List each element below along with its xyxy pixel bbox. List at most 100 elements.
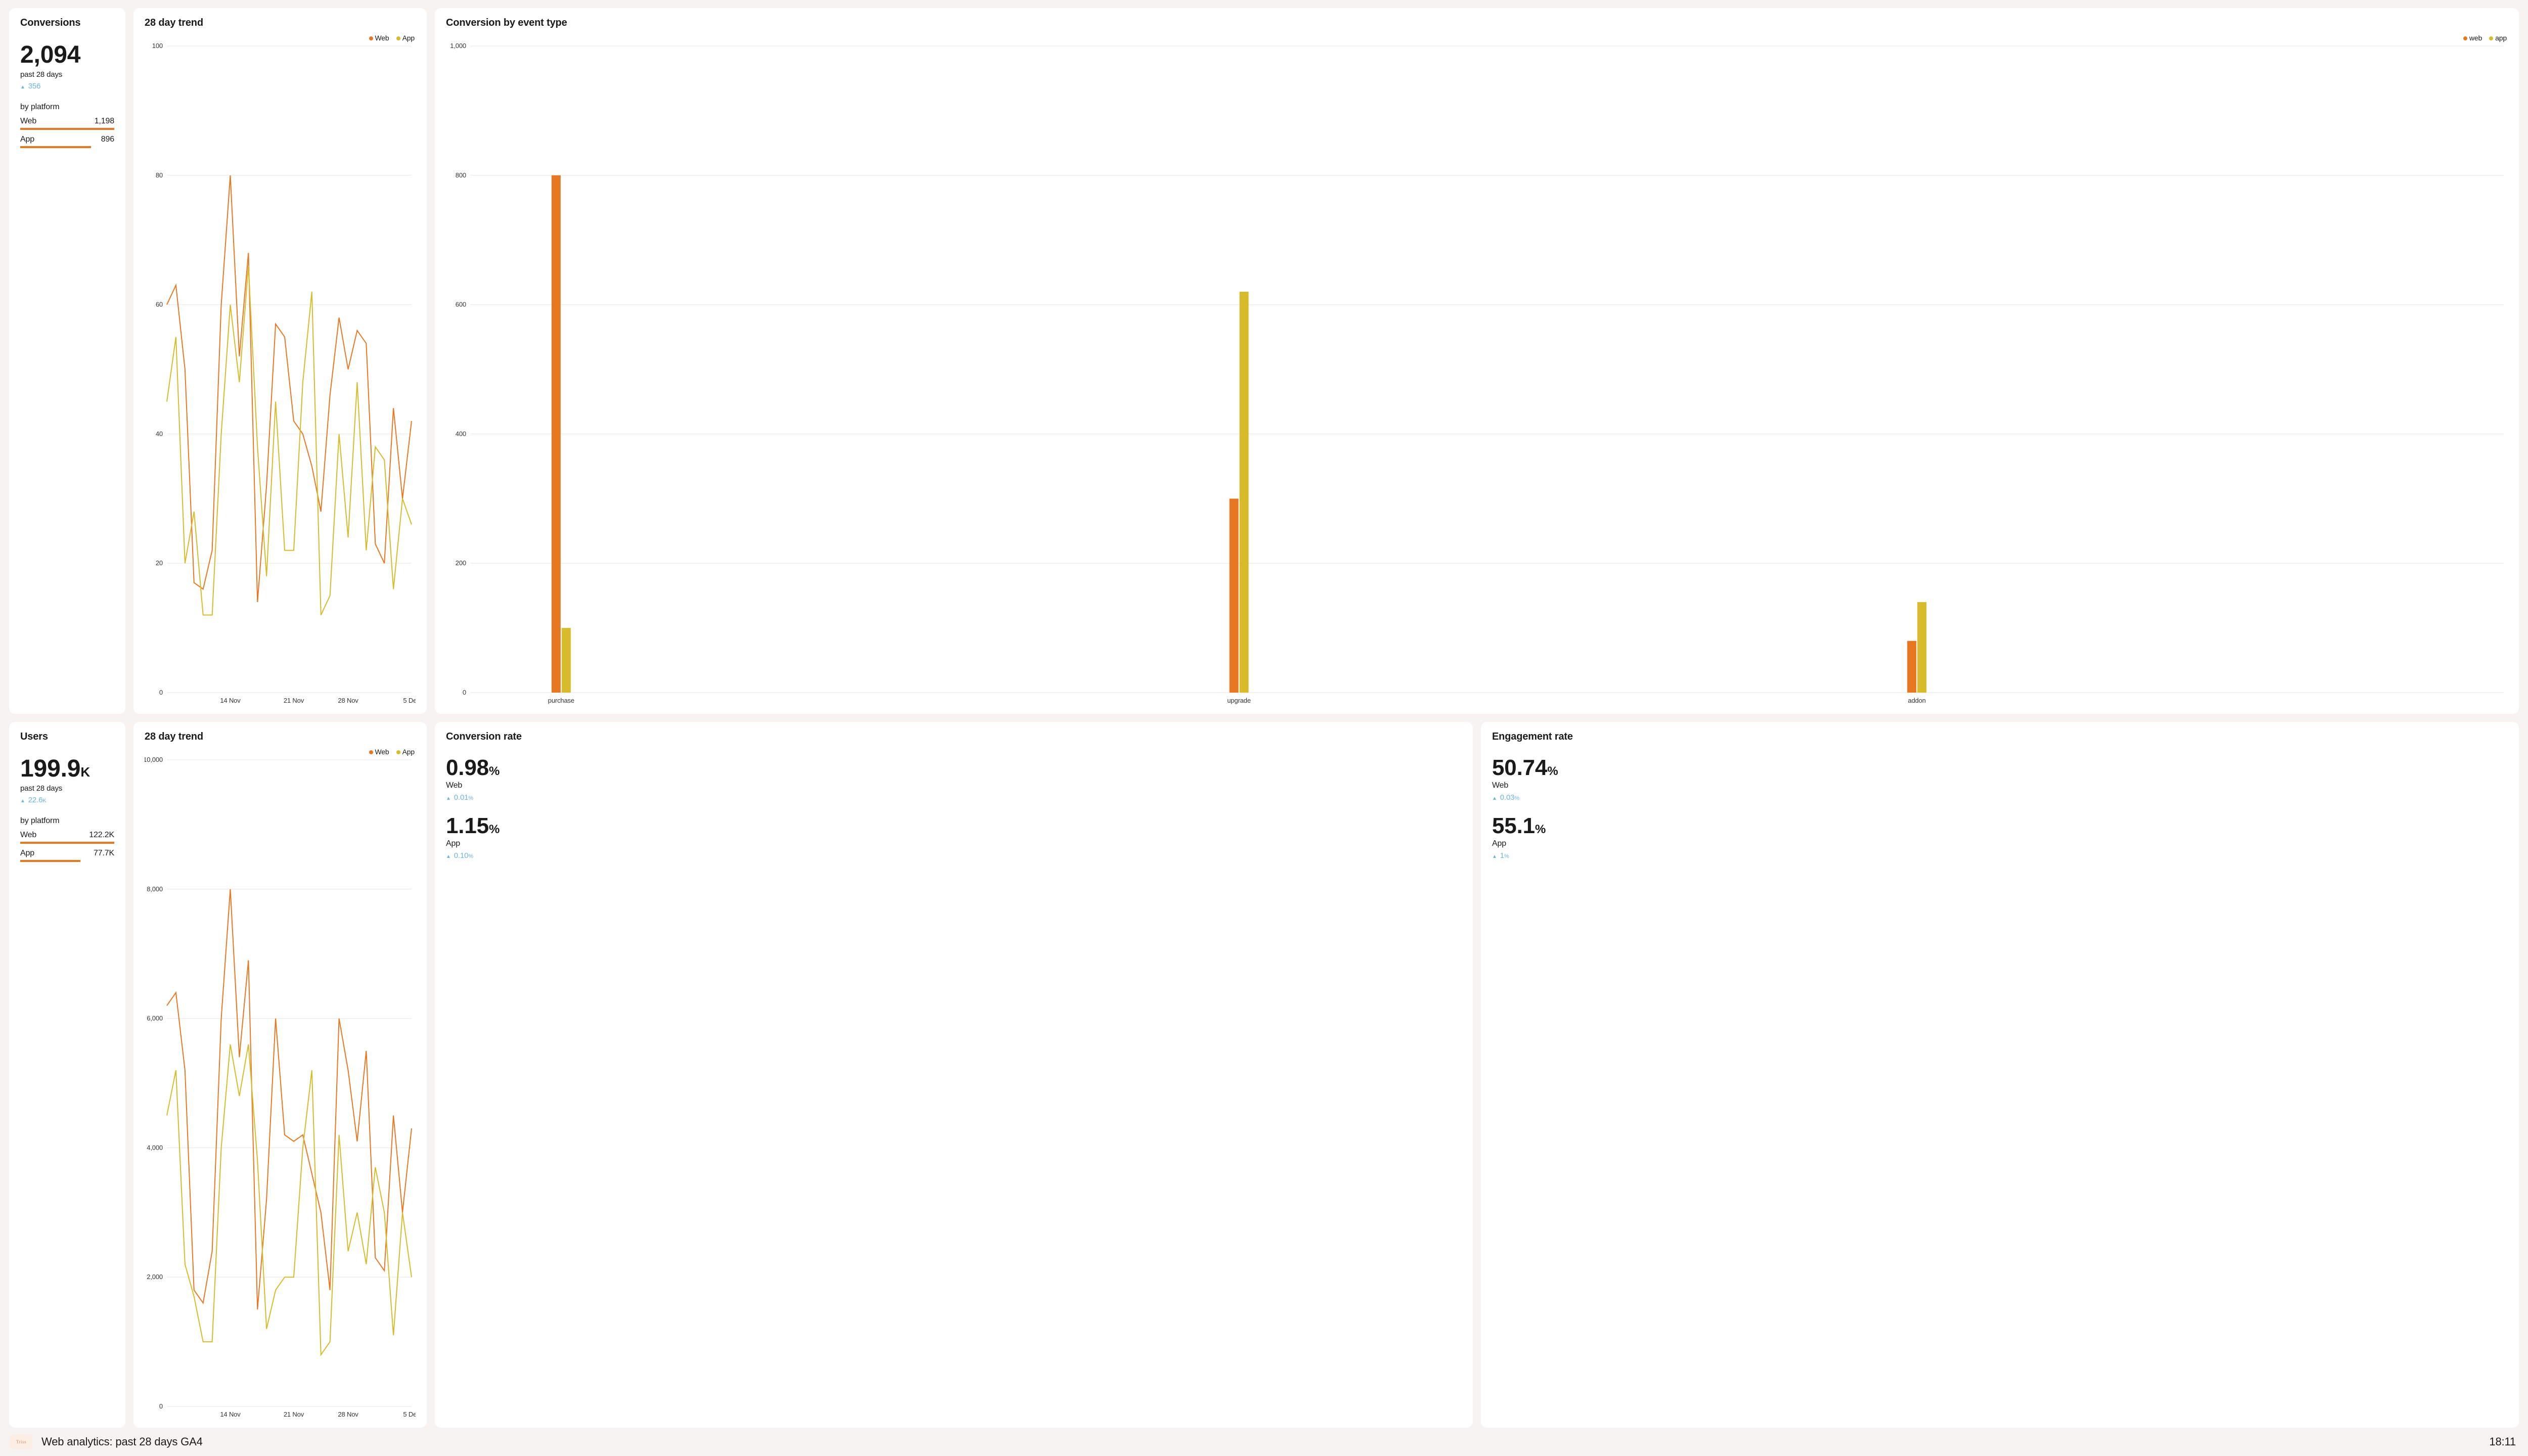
dashboard: Conversions 2,094 past 28 days ▲ 356 by … xyxy=(0,0,2528,1456)
svg-text:6,000: 6,000 xyxy=(147,1015,163,1022)
users-period: past 28 days xyxy=(20,784,114,793)
conversion-rate-app: 1.15% App ▲0.10% xyxy=(446,815,1462,860)
platform-name: App xyxy=(20,849,34,858)
users-delta-value: 22.6K xyxy=(28,796,47,804)
svg-text:60: 60 xyxy=(156,301,163,308)
up-arrow-icon: ▲ xyxy=(446,854,451,859)
platform-bar xyxy=(20,860,114,862)
svg-text:800: 800 xyxy=(456,171,466,179)
card-grid: Conversions 2,094 past 28 days ▲ 356 by … xyxy=(9,8,2519,1428)
svg-text:5 Dec: 5 Dec xyxy=(403,697,416,704)
engagement-rate-web-delta: ▲0.03% xyxy=(1492,793,2508,802)
conversions-platform-list: Web 1,198 App896 xyxy=(20,112,114,148)
conversion-rate-title: Conversion rate xyxy=(446,731,1462,743)
conversion-rate-web-delta: ▲0.01% xyxy=(446,793,1462,802)
svg-text:0: 0 xyxy=(159,1402,163,1410)
event-type-legend: web app xyxy=(446,34,2508,42)
conversions-delta: ▲ 356 xyxy=(20,82,114,90)
svg-text:5 Dec: 5 Dec xyxy=(403,1410,416,1418)
svg-text:400: 400 xyxy=(456,430,466,437)
svg-text:40: 40 xyxy=(156,430,163,437)
legend-item-app: app xyxy=(2489,34,2507,42)
legend-dot-icon xyxy=(369,750,373,754)
conversions-card: Conversions 2,094 past 28 days ▲ 356 by … xyxy=(9,8,125,714)
conversions-title: Conversions xyxy=(20,17,114,29)
users-title: Users xyxy=(20,731,114,743)
svg-text:14 Nov: 14 Nov xyxy=(220,1410,241,1418)
platform-name: Web xyxy=(20,117,36,126)
legend-dot-icon xyxy=(396,36,400,40)
users-card: Users 199.9K past 28 days ▲ 22.6K by pla… xyxy=(9,722,125,1428)
rate-cards-row: Conversion rate 0.98% Web ▲0.01% 1.15% A… xyxy=(435,722,2519,1428)
platform-name: Web xyxy=(20,831,36,840)
footer-time: 18:11 xyxy=(2489,1435,2516,1448)
svg-text:80: 80 xyxy=(156,171,163,179)
legend-item-web: Web xyxy=(369,34,389,42)
users-by-platform-label: by platform xyxy=(20,816,114,826)
platform-name: App xyxy=(20,135,34,144)
trend-users-card: 28 day trend Web App 0 2,000 4,000 6,000 8,0… xyxy=(133,722,427,1428)
svg-text:14 Nov: 14 Nov xyxy=(220,697,241,704)
brand-logo: Triss xyxy=(10,1435,32,1449)
svg-text:1,000: 1,000 xyxy=(450,43,466,50)
platform-value: 1,198 xyxy=(95,117,114,126)
legend-dot-icon xyxy=(2463,36,2467,40)
event-type-chart-area: web app 02004006008001,000purchaseupgrad… xyxy=(446,34,2508,705)
svg-text:200: 200 xyxy=(456,559,466,567)
conversions-by-platform-label: by platform xyxy=(20,103,114,112)
svg-text:10,000: 10,000 xyxy=(145,757,163,763)
conversion-rate-card: Conversion rate 0.98% Web ▲0.01% 1.15% A… xyxy=(435,722,1473,1428)
platform-bar xyxy=(20,842,114,844)
event-type-card: Conversion by event type web app 0 200 400… xyxy=(435,8,2519,714)
legend-dot-icon xyxy=(396,750,400,754)
users-platform-list: Web122.2K App 77.7K xyxy=(20,826,114,862)
platform-row: App 77.7K xyxy=(20,849,114,862)
users-delta: ▲ 22.6K xyxy=(20,796,114,804)
svg-text:addon: addon xyxy=(1908,697,1926,704)
trend-conversions-legend: Web App xyxy=(145,34,416,42)
conversions-delta-value: 356 xyxy=(28,82,41,90)
footer-left: Triss Web analytics: past 28 days GA4 xyxy=(10,1435,203,1449)
users-value: 199.9K xyxy=(20,757,114,781)
conversion-rate-app-delta: ▲0.10% xyxy=(446,851,1462,860)
svg-text:28 Nov: 28 Nov xyxy=(338,1410,358,1418)
engagement-rate-app: 55.1% App ▲1% xyxy=(1492,815,2508,860)
svg-text:purchase: purchase xyxy=(548,697,574,704)
engagement-rate-card: Engagement rate 50.74% Web ▲0.03% 55.1% … xyxy=(1481,722,2519,1428)
event-type-title: Conversion by event type xyxy=(446,17,2508,29)
svg-text:4,000: 4,000 xyxy=(147,1144,163,1151)
svg-text:28 Nov: 28 Nov xyxy=(338,697,358,704)
legend-item-app: App xyxy=(396,748,415,756)
legend-dot-icon xyxy=(2489,36,2493,40)
conversions-value: 2,094 xyxy=(20,43,114,67)
trend-users-legend: Web App xyxy=(145,748,416,756)
platform-row: App896 xyxy=(20,135,114,148)
up-arrow-icon: ▲ xyxy=(20,84,25,90)
up-arrow-icon: ▲ xyxy=(446,796,451,801)
trend-conversions-title: 28 day trend xyxy=(145,17,416,29)
conversion-rate-web: 0.98% Web ▲0.01% xyxy=(446,757,1462,802)
svg-text:100: 100 xyxy=(152,43,163,50)
platform-bar xyxy=(20,146,114,148)
trend-conversions-chart: 02040608010014 Nov21 Nov28 Nov5 Dec xyxy=(145,43,416,705)
up-arrow-icon: ▲ xyxy=(20,798,25,804)
trend-users-chart-area: Web App 0 2,000 4,000 6,000 8,000 10,000 14 No… xyxy=(145,748,416,1419)
svg-text:8,000: 8,000 xyxy=(147,885,163,893)
trend-users-chart: 02,0004,0006,0008,00010,00014 Nov21 Nov2… xyxy=(145,757,416,1419)
legend-dot-icon xyxy=(369,36,373,40)
svg-text:0: 0 xyxy=(159,689,163,696)
conversions-period: past 28 days xyxy=(20,70,114,79)
trend-conversions-card: 28 day trend Web App 0 20 40 60 80 100 14 Nov 2… xyxy=(133,8,427,714)
engagement-rate-app-delta: ▲1% xyxy=(1492,851,2508,860)
platform-value: 77.7K xyxy=(94,849,114,858)
up-arrow-icon: ▲ xyxy=(1492,854,1497,859)
engagement-rate-web: 50.74% Web ▲0.03% xyxy=(1492,757,2508,802)
svg-text:20: 20 xyxy=(156,559,163,567)
platform-row: Web122.2K xyxy=(20,831,114,844)
svg-text:0: 0 xyxy=(463,689,466,696)
trend-conversions-chart-area: Web App 02040608010014 Nov21 Nov28 Nov5 … xyxy=(145,34,416,705)
svg-text:600: 600 xyxy=(456,301,466,308)
svg-text:2,000: 2,000 xyxy=(147,1273,163,1281)
engagement-rate-title: Engagement rate xyxy=(1492,731,2508,743)
trend-users-title: 28 day trend xyxy=(145,731,416,743)
